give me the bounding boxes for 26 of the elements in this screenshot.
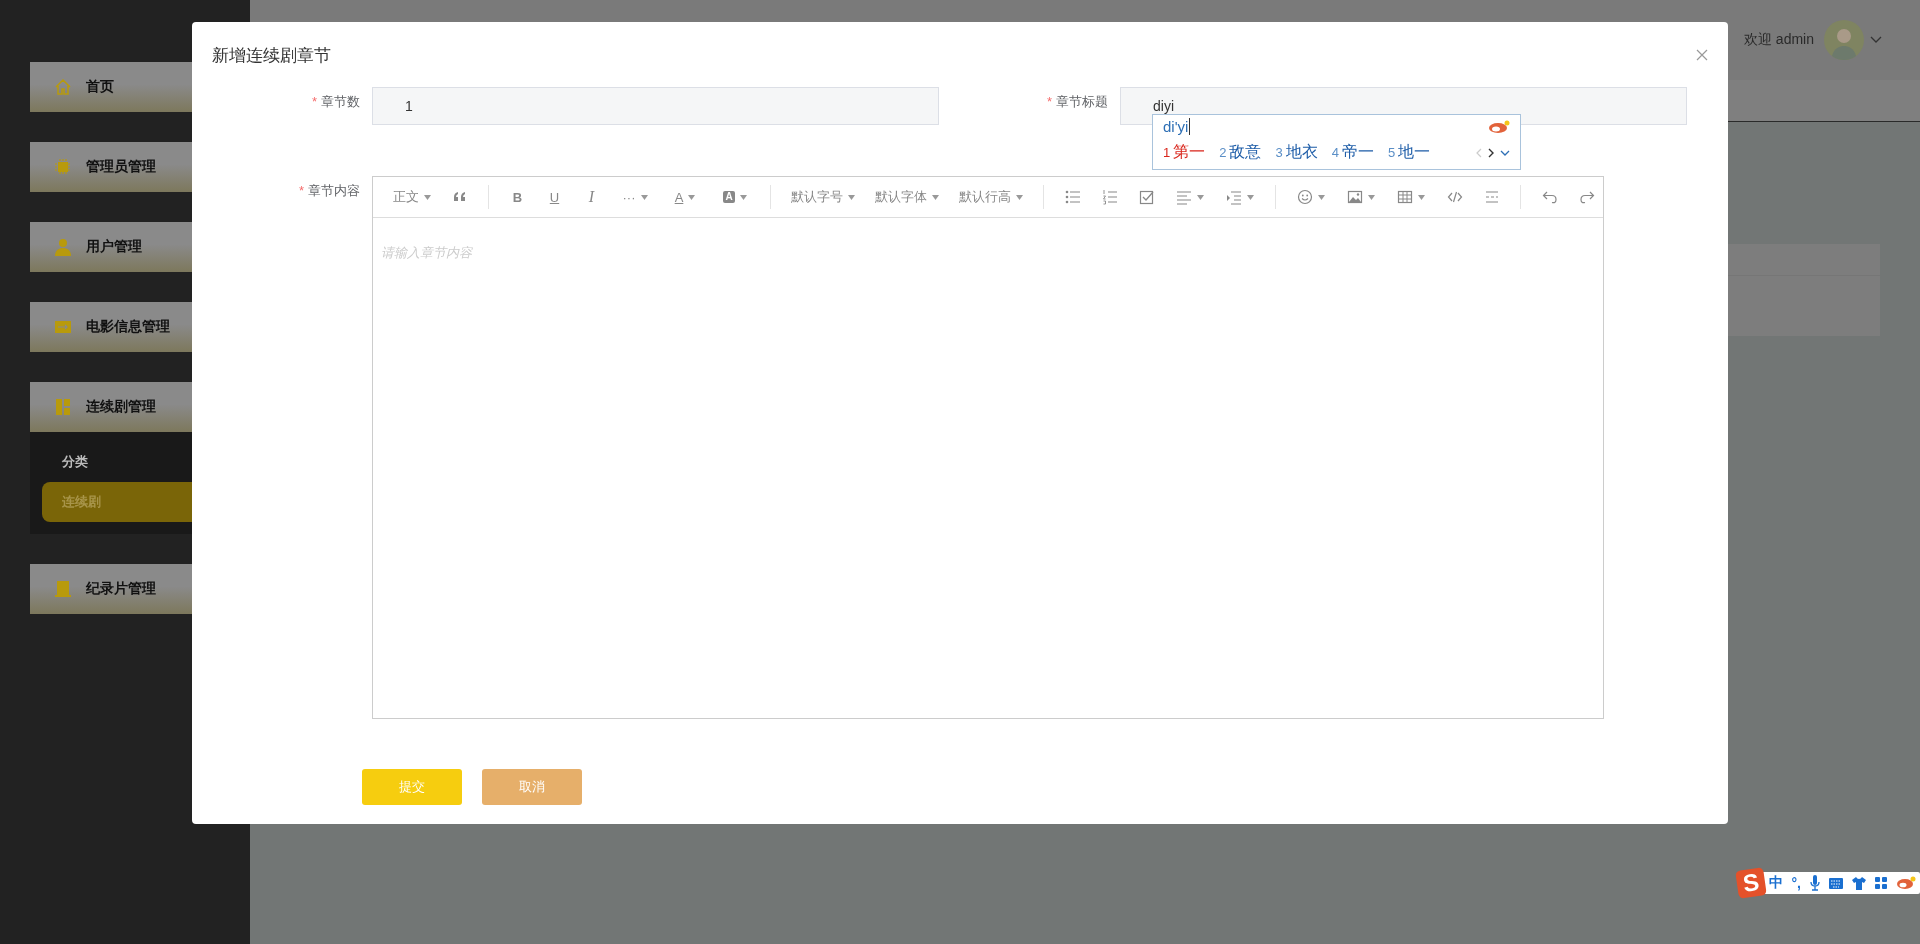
field-label: 章节标题 [1056, 94, 1108, 109]
toolbar-button[interactable]: ··· [610, 184, 660, 210]
toolbar-button[interactable]: A [710, 184, 760, 210]
toolbar-button[interactable]: B [499, 184, 536, 210]
ime-composition-text: di'yi [1163, 118, 1191, 135]
field-label: 章节数 [321, 94, 360, 109]
required-asterisk: * [1046, 94, 1052, 109]
toolbar-dropdown[interactable]: 正文 [383, 184, 441, 210]
toolbar-button[interactable]: I [573, 184, 610, 210]
toolbar-dropdown[interactable]: 默认字号 [781, 184, 865, 210]
ime-candidate[interactable]: 2 敌意 [1219, 142, 1262, 163]
ime-candidate[interactable]: 3 地衣 [1275, 142, 1318, 163]
ime-candidate[interactable]: 4 帝一 [1331, 142, 1374, 163]
ime-candidate[interactable]: 5 地一 [1387, 142, 1431, 163]
welcome-text: 欢迎 admin [1743, 31, 1814, 49]
toolbar-dropdown[interactable]: 默认字体 [865, 184, 949, 210]
required-asterisk: * [298, 183, 304, 198]
toolbar-dropdown[interactable]: 默认行高 [949, 184, 1033, 210]
ime-candidate[interactable]: 1 第一 [1163, 142, 1206, 163]
required-asterisk: * [311, 94, 317, 109]
text-field[interactable]: 1 [372, 87, 939, 125]
toolbar-button[interactable]: U [536, 184, 573, 210]
field-label: 章节内容 [308, 183, 360, 198]
toolbar-button[interactable]: A [660, 184, 710, 210]
input-mode-toggle[interactable]: 中 [1768, 874, 1783, 892]
punctuation-toggle[interactable]: °, [1791, 875, 1801, 891]
